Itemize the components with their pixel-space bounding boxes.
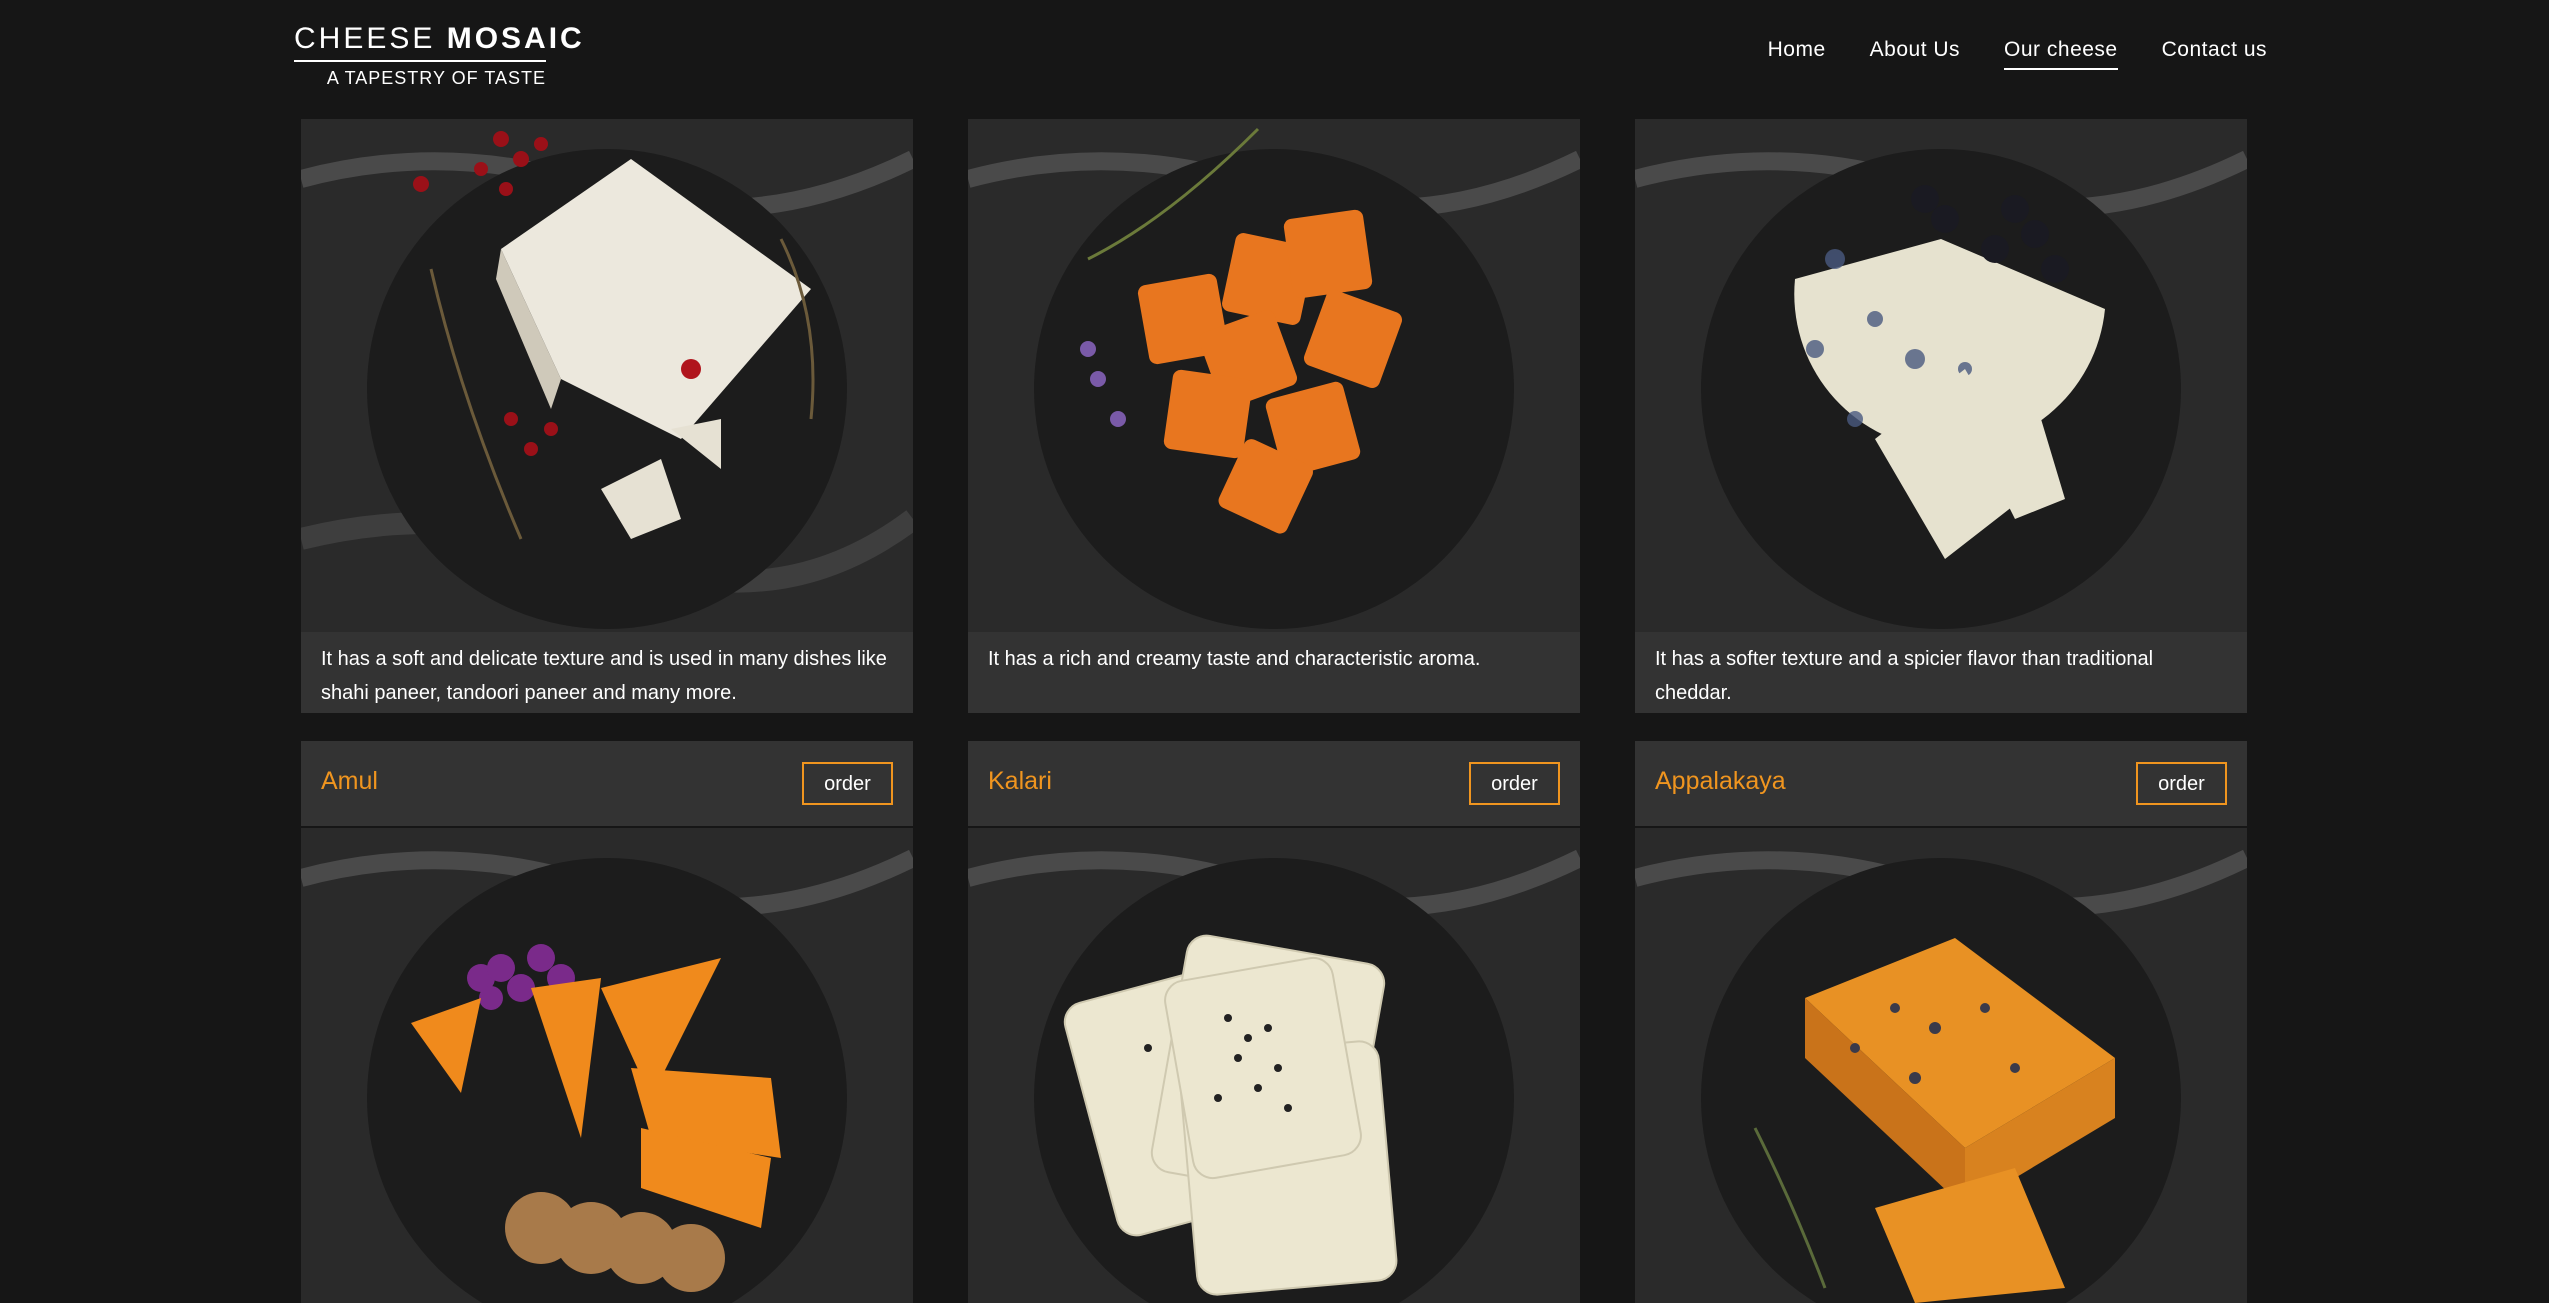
product-name: Kalari [988,767,1052,795]
product-bar: Amul order [301,741,913,826]
main-nav: Home About Us Our cheese Contact us [1768,38,2267,70]
product-bar: Kalari order [968,741,1580,826]
cheese-photo-blue-wheel [1635,119,2247,632]
product-name: Amul [321,767,378,795]
order-button[interactable]: order [1469,762,1560,805]
product-name: Appalakaya [1655,767,1786,795]
product-bar: Appalakaya order [1635,741,2247,826]
cheese-description: It has a softer texture and a spicier fl… [1635,632,2247,713]
logo-word-cheese: CHEESE [294,22,436,55]
nav-link-about-us[interactable]: About Us [1870,38,1960,70]
order-button[interactable]: order [2136,762,2227,805]
logo-tagline: A TAPESTRY OF TASTE [326,68,546,88]
cheese-description: It has a rich and creamy taste and chara… [968,632,1580,713]
logo-word-mosaic: MOSAIC [446,22,585,55]
cheese-photo-orange-block [1635,828,2247,1303]
nav-link-contact-us[interactable]: Contact us [2162,38,2267,70]
logo-wordmark: CHEESE MOSAIC [294,20,582,62]
cheese-photo-white-wedge [301,119,913,632]
order-button[interactable]: order [802,762,893,805]
nav-link-our-cheese[interactable]: Our cheese [2004,38,2118,70]
cheese-description: It has a soft and delicate texture and i… [301,632,913,713]
logo[interactable]: CHEESE MOSAIC A TAPESTRY OF TASTE [294,20,582,89]
nav-link-home[interactable]: Home [1768,38,1826,70]
cheese-photo-orange-crackers [968,119,1580,632]
cheese-photo-orange-wedges [301,828,913,1303]
cheese-photo-white-slices [968,828,1580,1303]
site-header: CHEESE MOSAIC A TAPESTRY OF TASTE Home A… [0,0,2549,110]
